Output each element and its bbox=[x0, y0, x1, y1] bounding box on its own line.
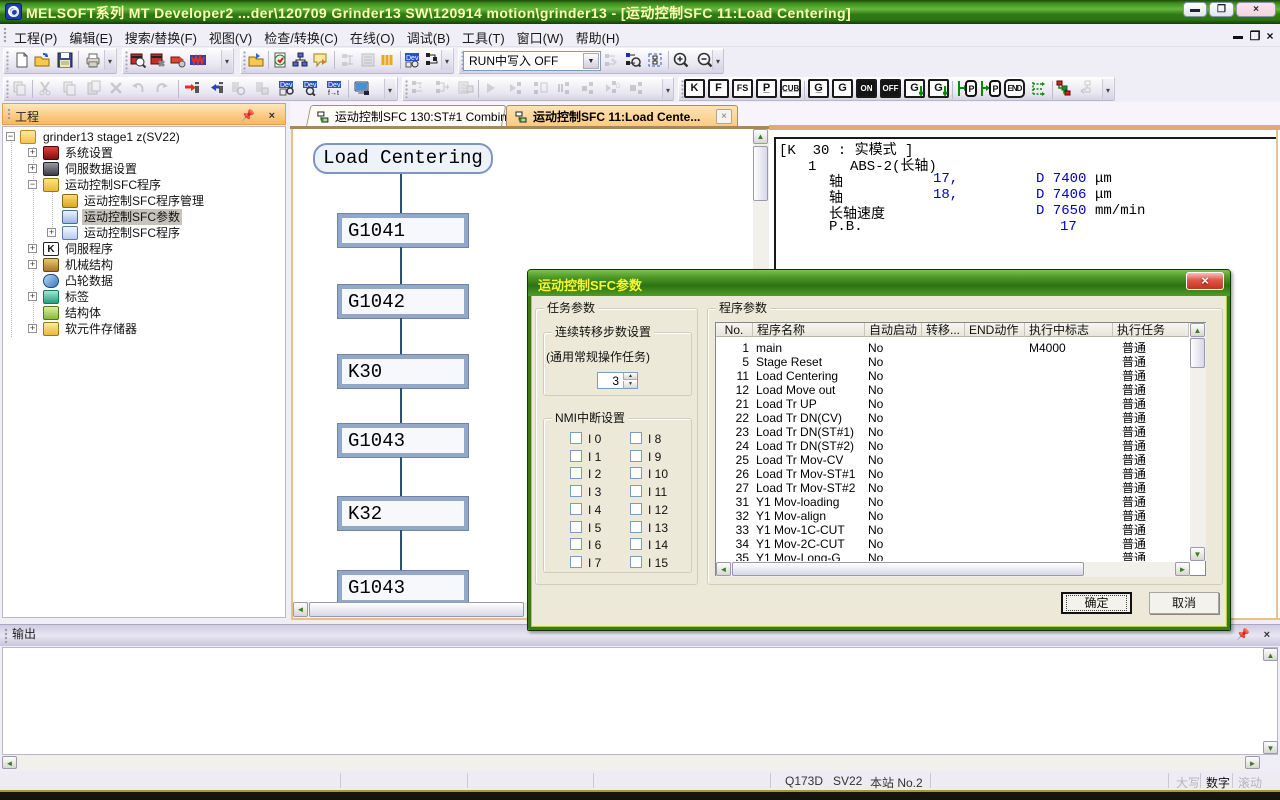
svg-text:Dev: Dev bbox=[328, 82, 341, 89]
svg-text:P: P bbox=[993, 84, 999, 94]
svg-text:D: D bbox=[616, 84, 620, 90]
svg-text:1: 1 bbox=[418, 83, 422, 90]
svg-text:f→t: f→t bbox=[328, 90, 339, 96]
svg-text:Dev: Dev bbox=[406, 55, 419, 62]
svg-text:P: P bbox=[969, 84, 975, 94]
